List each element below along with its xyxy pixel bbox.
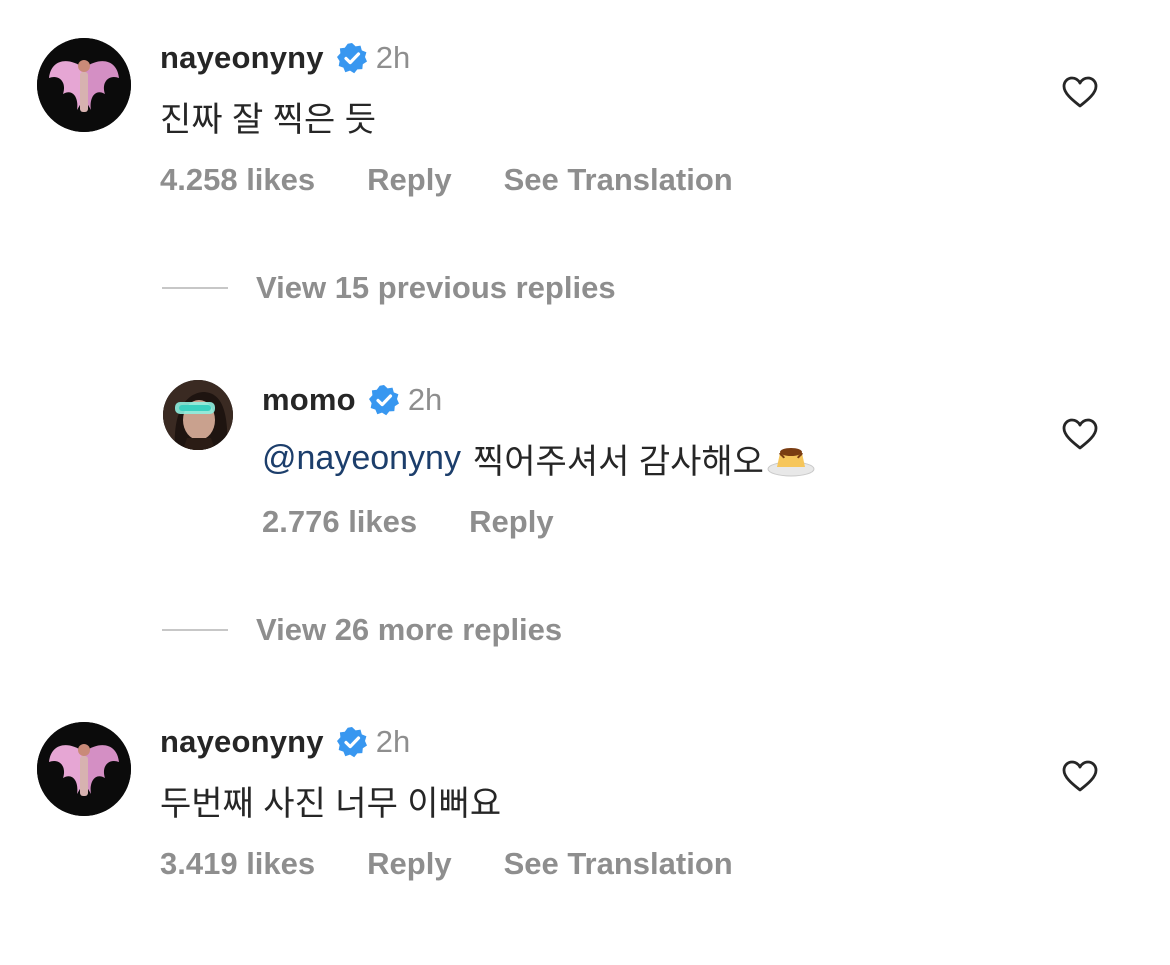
comment-username[interactable]: nayeonyny [160, 40, 324, 76]
comment-text: 진짜 잘 찍은 듯 [160, 101, 377, 139]
avatar[interactable] [37, 38, 131, 132]
likes-count[interactable]: 3.419 likes [160, 846, 315, 882]
verified-badge-icon [336, 726, 368, 758]
heart-icon[interactable] [1061, 417, 1099, 451]
likes-count[interactable]: 2.776 likes [262, 504, 417, 540]
view-previous-replies-label: View 15 previous replies [256, 270, 616, 305]
comment-timestamp: 2h [375, 40, 411, 75]
comment-username[interactable]: nayeonyny [160, 724, 324, 760]
mention-link[interactable]: @nayeonyny [262, 439, 461, 478]
view-previous-replies-button[interactable]: View 15 previous replies [162, 270, 616, 306]
divider [162, 629, 228, 631]
comment-username[interactable]: momo [262, 382, 356, 418]
comment-text: 찍어주셔서 감사해오 [472, 443, 764, 481]
verified-badge-icon [336, 42, 368, 74]
see-translation-button[interactable]: See Translation [504, 846, 733, 882]
comment-text: 두번째 사진 너무 이뻐요 [160, 785, 502, 823]
heart-icon[interactable] [1061, 759, 1099, 793]
avatar[interactable] [37, 722, 131, 816]
comments-thread: nayeonyny 2h 진짜 잘 찍은 듯 4.258 likes Reply… [0, 0, 1170, 965]
avatar[interactable] [163, 380, 233, 450]
likes-count[interactable]: 4.258 likes [160, 162, 315, 198]
heart-icon[interactable] [1061, 75, 1099, 109]
comment-timestamp: 2h [407, 382, 443, 417]
reply-button[interactable]: Reply [469, 504, 553, 540]
reply-button[interactable]: Reply [367, 846, 451, 882]
comment-timestamp: 2h [375, 724, 411, 759]
view-more-replies-label: View 26 more replies [256, 612, 563, 647]
view-more-replies-button[interactable]: View 26 more replies [162, 612, 562, 648]
divider [162, 287, 228, 289]
verified-badge-icon [368, 384, 400, 416]
reply-button[interactable]: Reply [367, 162, 451, 198]
pudding-emoji-icon [766, 441, 816, 477]
see-translation-button[interactable]: See Translation [504, 162, 733, 198]
